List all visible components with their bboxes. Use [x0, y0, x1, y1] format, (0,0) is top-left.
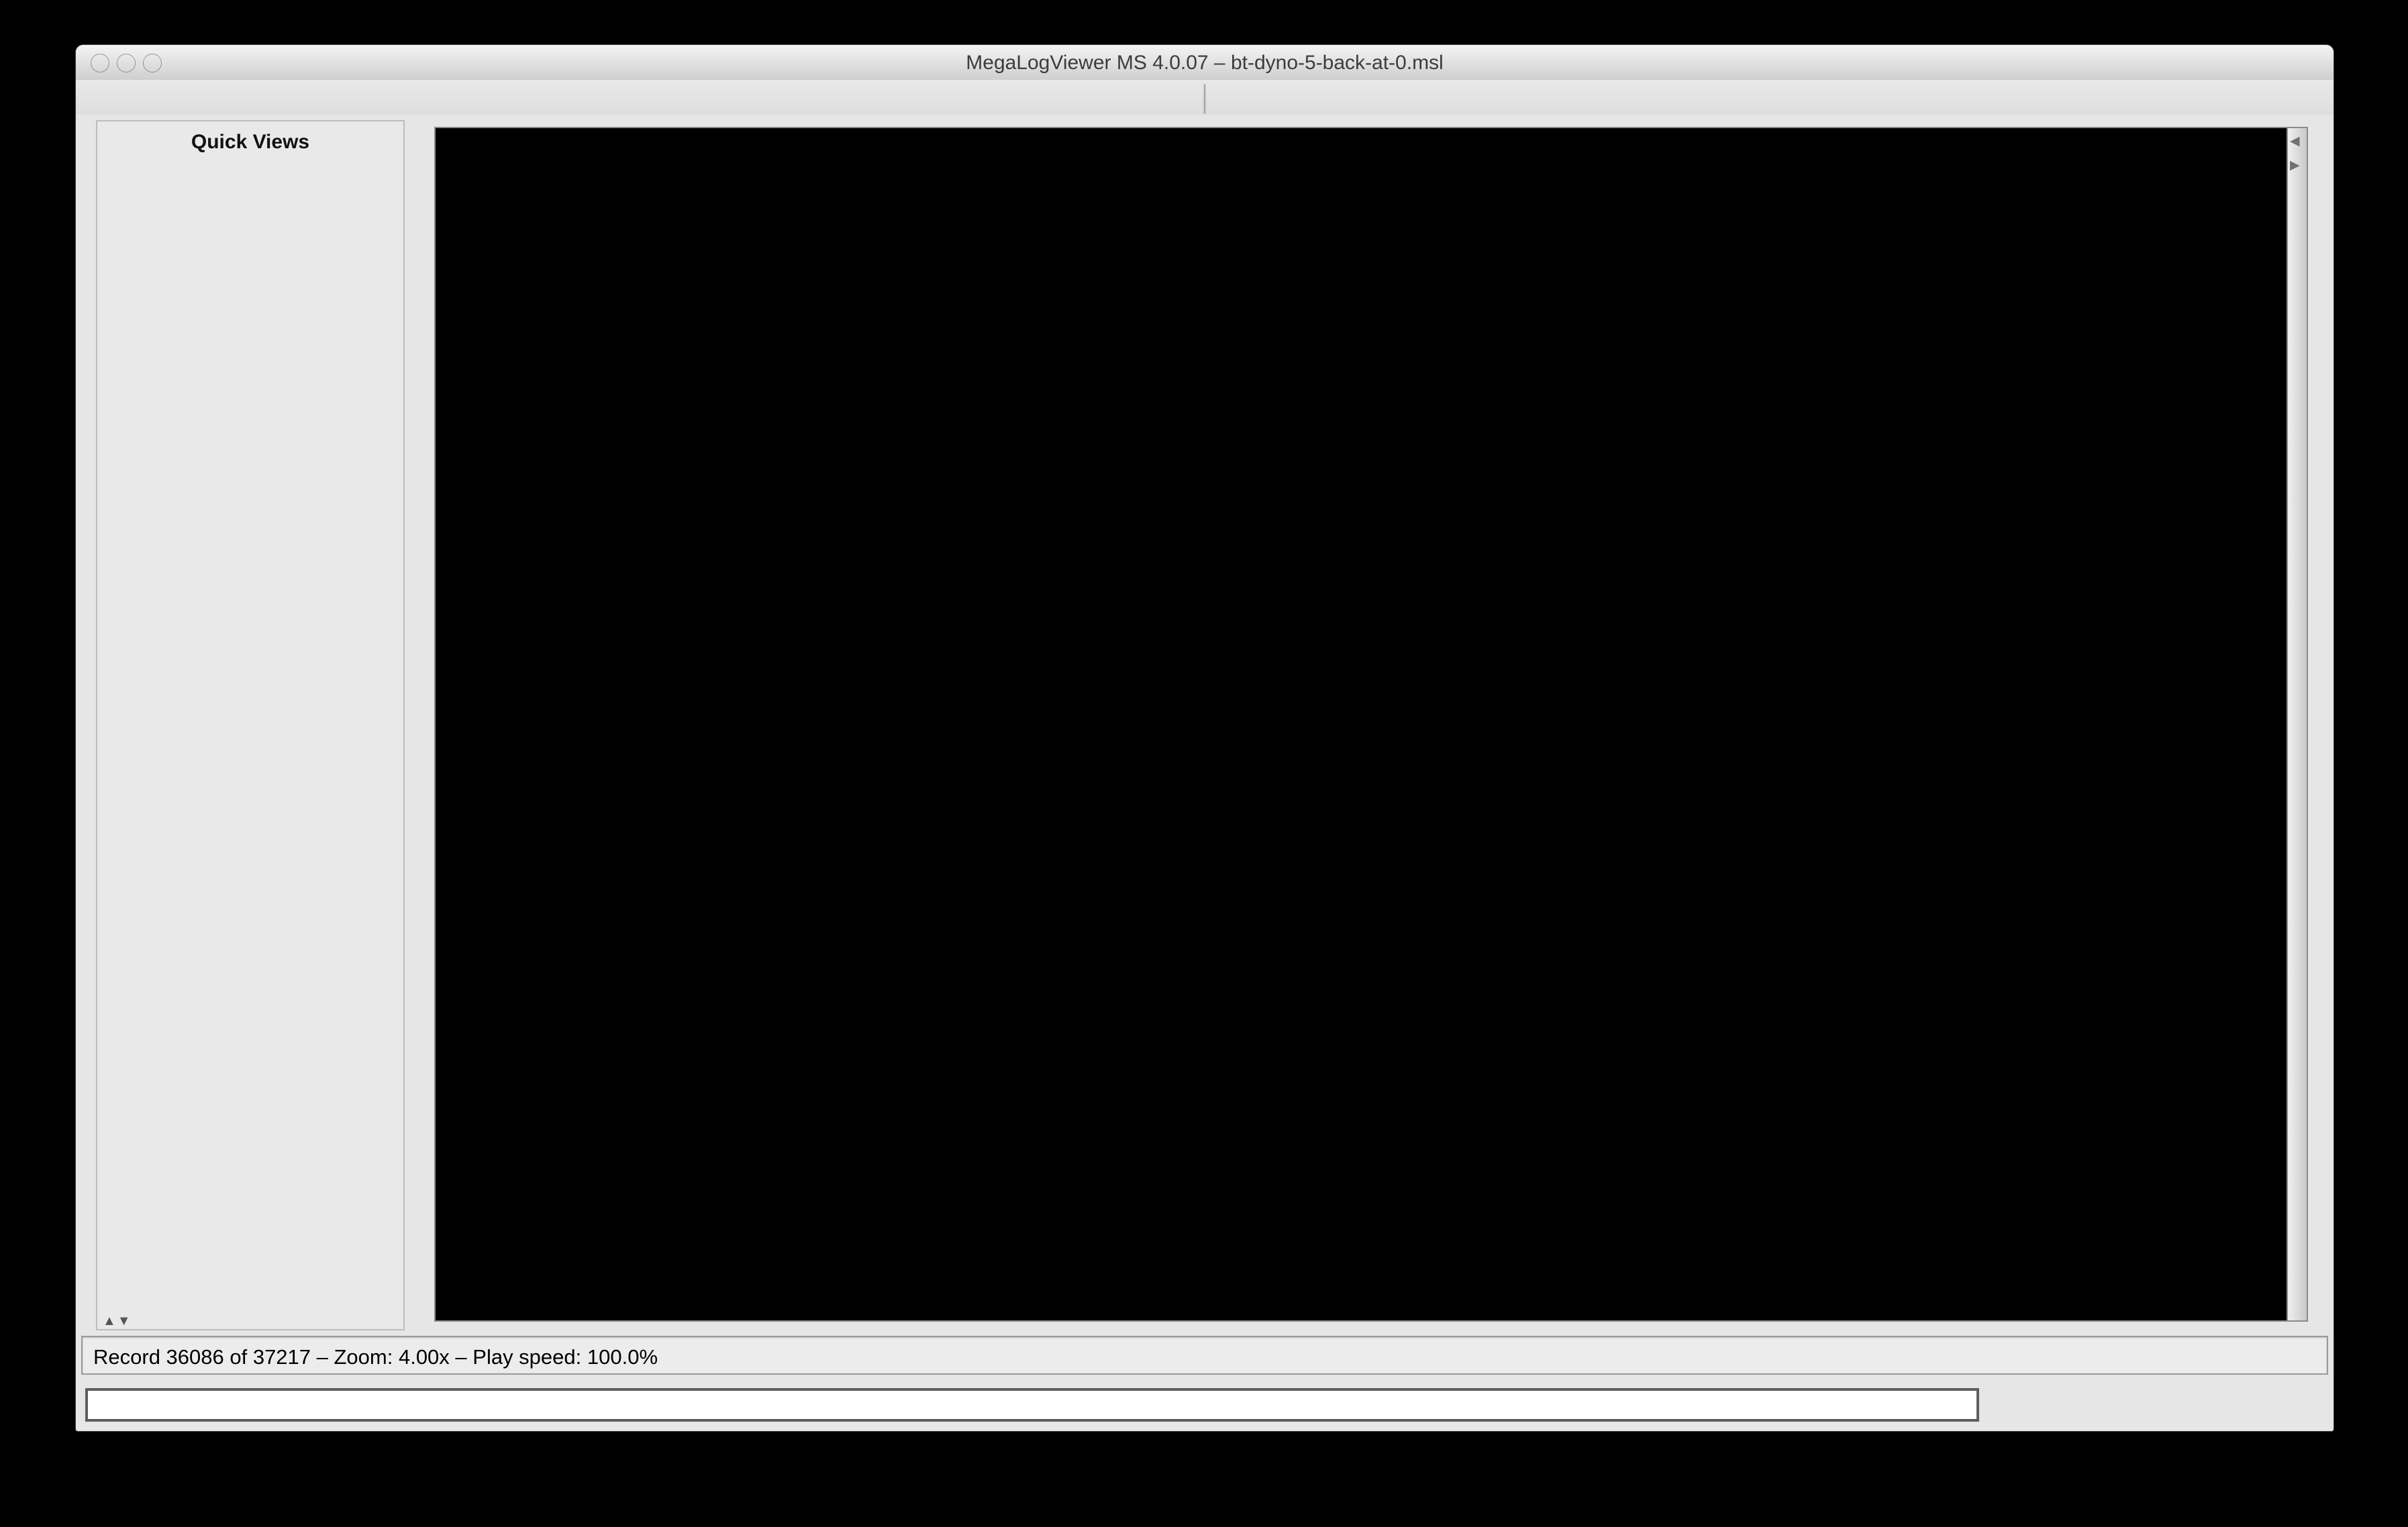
record-status-text: Record 36086 of 37217 – Zoom: 4.00x – Pl…: [93, 1345, 658, 1369]
status-bar-inner: Record 36086 of 37217 – Zoom: 4.00x – Pl…: [81, 1336, 2328, 1375]
window-title: MegaLogViewer MS 4.0.07 – bt-dyno-5-back…: [966, 52, 1444, 74]
quick-views-sidebar: Quick Views ▲▼: [96, 120, 405, 1330]
quick-views-title: Quick Views: [191, 131, 310, 153]
tab-row: [76, 80, 2334, 115]
scroll-right-icon[interactable]: ▶: [2290, 158, 2300, 173]
app-window: MegaLogViewer MS 4.0.07 – bt-dyno-5-back…: [75, 44, 2334, 1432]
transport-bar: [76, 1380, 2334, 1430]
graph-horizontal-scrollbar[interactable]: ◀ ▶: [2287, 128, 2307, 1320]
seek-slider[interactable]: [85, 1388, 1979, 1422]
plot-region: [436, 128, 2288, 1320]
graph-area: ◀ ▶: [434, 127, 2308, 1322]
view-tabs: [1204, 84, 1205, 113]
status-bar: Record 36086 of 37217 – Zoom: 4.00x – Pl…: [76, 1334, 2334, 1377]
scroll-left-icon[interactable]: ◀: [2290, 134, 2300, 149]
sidebar-scroll-arrows-icon[interactable]: ▲▼: [103, 1314, 132, 1329]
title-bar[interactable]: MegaLogViewer MS 4.0.07 – bt-dyno-5-back…: [76, 45, 2334, 81]
